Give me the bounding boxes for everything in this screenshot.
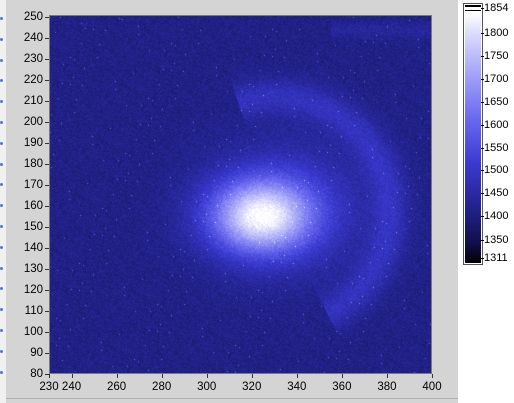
color-ramp-tick <box>481 148 484 149</box>
y-tick-label: 110 <box>24 305 43 317</box>
x-tick-label: 280 <box>152 381 172 393</box>
x-tick-mark <box>49 374 50 378</box>
x-tick-label: 340 <box>287 381 307 393</box>
y-tick-mark <box>45 248 49 249</box>
color-ramp-tick <box>481 170 484 171</box>
x-tick-label: 260 <box>106 381 127 393</box>
color-ramp-label: 1400 <box>484 210 509 222</box>
y-tick-mark <box>45 59 49 60</box>
bullet-icon <box>0 37 3 41</box>
color-ramp[interactable] <box>465 13 481 263</box>
y-tick-label: 240 <box>23 32 43 44</box>
y-tick-label: 180 <box>23 158 43 170</box>
bullet-icon <box>0 349 3 353</box>
color-ramp-tick <box>481 33 484 34</box>
x-tick-label: 320 <box>242 381 262 393</box>
color-ramp-label: 1800 <box>484 27 509 39</box>
y-tick-label: 120 <box>23 284 43 296</box>
x-tick-label: 300 <box>197 381 217 393</box>
color-ramp-tick <box>481 193 484 194</box>
intensity-graph-window: 250 240 230 220 210 200 190 180 170 160 150 140 130 1… <box>0 0 514 403</box>
y-tick-label: 170 <box>23 179 43 191</box>
x-tick-mark <box>161 374 163 378</box>
y-tick-mark <box>45 206 49 207</box>
color-ramp-max-marker[interactable] <box>465 5 481 11</box>
y-tick-mark <box>45 269 49 270</box>
intensity-image[interactable] <box>50 16 431 373</box>
y-tick-mark <box>45 290 49 291</box>
intensity-plot-area[interactable] <box>49 15 432 374</box>
y-tick-label: 230 <box>23 53 43 65</box>
y-tick-mark <box>45 311 49 312</box>
color-ramp-label: 1500 <box>484 164 509 176</box>
color-ramp-tick <box>481 79 484 80</box>
x-tick-mark <box>432 374 433 378</box>
x-tick-label: 230 <box>39 381 59 393</box>
color-ramp-tick <box>481 102 484 103</box>
color-ramp-tick <box>481 8 484 9</box>
x-tick-label: 380 <box>377 381 397 393</box>
y-tick-mark <box>45 227 49 228</box>
x-tick-mark <box>296 374 298 378</box>
x-tick-label: 360 <box>332 381 352 393</box>
color-ramp-tick <box>481 258 484 259</box>
bullet-icon <box>0 121 3 124</box>
color-ramp-label: 1750 <box>484 50 509 62</box>
bullet-icon <box>0 58 3 62</box>
y-tick-label: 250 <box>23 11 43 23</box>
color-ramp-label: 1450 <box>484 187 509 199</box>
bullet-icon <box>0 329 3 332</box>
y-tick-mark <box>45 38 49 39</box>
bullet-icon <box>0 225 3 228</box>
y-tick-mark <box>45 185 49 186</box>
y-tick-label: 100 <box>23 326 43 338</box>
bullet-icon <box>0 370 3 374</box>
x-tick-mark <box>71 374 73 378</box>
bullet-icon <box>0 266 3 270</box>
bullet-icon <box>0 162 3 166</box>
y-tick-mark <box>45 80 49 81</box>
color-ramp-label: 1854 <box>484 2 509 14</box>
y-tick-label: 190 <box>23 137 43 149</box>
color-ramp-label: 1700 <box>484 73 509 85</box>
color-ramp-tick <box>481 216 484 217</box>
color-ramp-label: 1550 <box>484 142 509 154</box>
y-tick-mark <box>45 143 49 144</box>
bullet-icon <box>0 245 3 249</box>
color-ramp-label: 1600 <box>484 119 509 131</box>
bullet-icon <box>0 17 3 20</box>
divider <box>6 398 458 399</box>
x-tick-label: 400 <box>422 381 442 393</box>
x-tick-mark <box>116 374 118 378</box>
x-tick-mark <box>341 374 343 378</box>
x-tick-label: 240 <box>61 381 82 393</box>
y-tick-label: 200 <box>23 116 43 128</box>
y-tick-label: 160 <box>23 200 43 212</box>
y-tick-label: 210 <box>23 95 43 107</box>
y-tick-label: 80 <box>30 368 43 380</box>
x-tick-mark <box>251 374 253 378</box>
y-tick-mark <box>45 101 49 102</box>
color-ramp-label: 1650 <box>484 96 509 108</box>
y-tick-label: 90 <box>30 347 43 359</box>
y-tick-mark <box>45 164 49 165</box>
color-ramp-label: 1311 <box>484 252 508 264</box>
color-ramp-tick <box>481 56 484 57</box>
x-tick-mark <box>206 374 208 378</box>
color-ramp-label: 1350 <box>484 234 509 246</box>
y-tick-label: 220 <box>23 74 43 86</box>
color-ramp-tick <box>481 240 484 241</box>
y-tick-mark <box>45 353 49 354</box>
y-tick-label: 150 <box>23 221 43 233</box>
x-tick-mark <box>386 374 388 378</box>
y-tick-mark <box>45 332 49 333</box>
y-tick-mark <box>45 17 49 18</box>
y-tick-label: 130 <box>23 263 43 275</box>
color-ramp-tick <box>481 125 484 126</box>
y-tick-label: 140 <box>23 242 43 254</box>
y-tick-mark <box>45 122 49 123</box>
bullet-icon <box>0 141 3 145</box>
